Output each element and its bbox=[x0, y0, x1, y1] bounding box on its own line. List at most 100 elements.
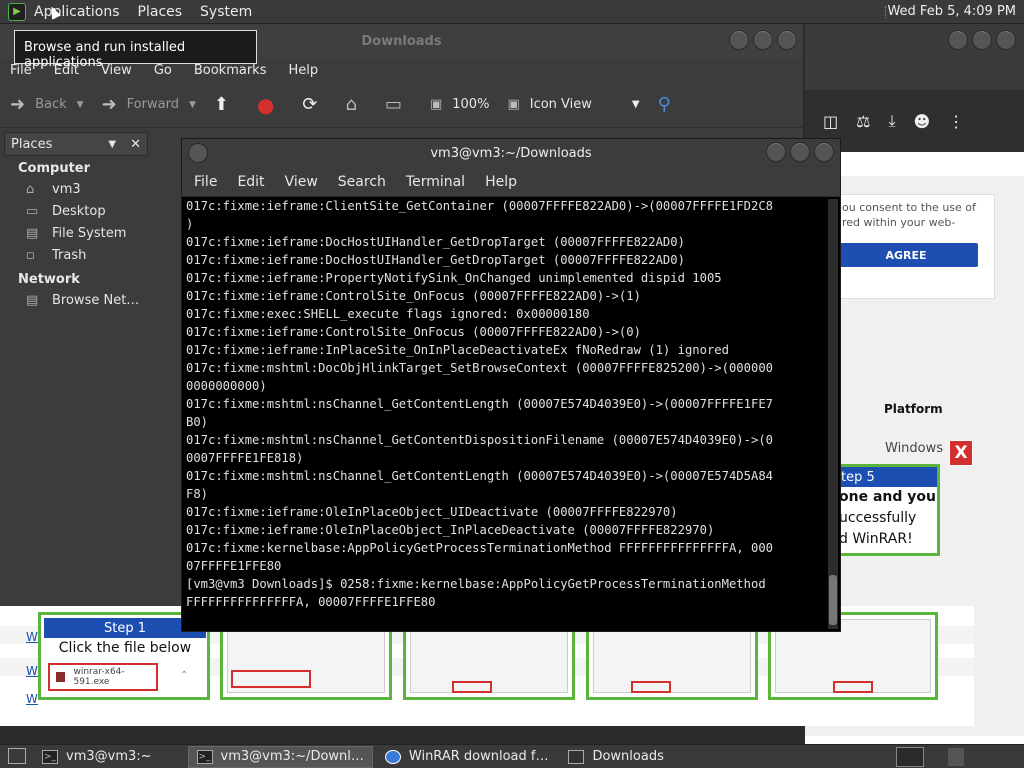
terminal-menu-edit[interactable]: Edit bbox=[237, 174, 264, 190]
places-sidebar: Places ▼ ✕ Computer ⌂ vm3 ▭ Desktop ▤ File … bbox=[4, 132, 148, 602]
zoom-in-icon[interactable]: ▣ bbox=[507, 97, 519, 112]
minimize-button[interactable] bbox=[948, 30, 968, 50]
terminal-menu-help[interactable]: Help bbox=[485, 174, 517, 190]
window-title: Downloads bbox=[361, 33, 442, 49]
browser-titlebar[interactable] bbox=[805, 24, 1024, 90]
menu-system[interactable]: System bbox=[200, 4, 252, 20]
download-icon[interactable]: ⤓ bbox=[888, 111, 895, 131]
view-mode-select[interactable]: ▣ Icon View ▼ bbox=[507, 97, 639, 112]
up-button[interactable]: ⬆ bbox=[214, 94, 239, 115]
show-desktop-icon[interactable] bbox=[8, 748, 26, 764]
terminal-scrollbar-thumb[interactable] bbox=[829, 575, 837, 625]
computer-icon: ▭ bbox=[384, 94, 402, 115]
sidebar-item-label: vm3 bbox=[52, 182, 81, 197]
sidebar-item-label: Browse Net… bbox=[52, 293, 140, 308]
terminal-menu-button[interactable] bbox=[188, 143, 208, 163]
sidebar-item-label: Trash bbox=[52, 248, 87, 263]
download-link[interactable]: W bbox=[26, 692, 38, 706]
terminal-line: 017c:fixme:mshtml:nsChannel_GetContentLe… bbox=[186, 469, 773, 483]
menu-help[interactable]: Help bbox=[288, 63, 318, 78]
agree-button[interactable]: AGREE bbox=[834, 243, 978, 267]
forward-button[interactable]: ➜ Forward ▼ bbox=[102, 94, 196, 115]
reload-icon: ⟳ bbox=[302, 94, 318, 115]
maximize-button[interactable] bbox=[972, 30, 992, 50]
computer-button[interactable]: ▭ bbox=[385, 94, 412, 115]
terminal-menu-file[interactable]: File bbox=[194, 174, 217, 190]
extensions-icon[interactable]: ◫ bbox=[823, 112, 838, 131]
terminal-menu-view[interactable]: View bbox=[285, 174, 318, 190]
sidebar-item-trash[interactable]: ▫ Trash bbox=[4, 245, 148, 267]
terminal-output[interactable]: 017c:fixme:ieframe:ClientSite_GetContain… bbox=[186, 197, 826, 629]
terminal-menubar: File Edit View Search Terminal Help bbox=[182, 167, 840, 197]
menu-places[interactable]: Places bbox=[138, 4, 183, 20]
download-link[interactable]: W bbox=[26, 664, 38, 678]
labs-flask-icon[interactable]: ⚖ bbox=[856, 112, 870, 131]
close-button[interactable] bbox=[996, 30, 1016, 50]
chevron-down-icon: ▼ bbox=[631, 99, 640, 110]
sidebar-group-computer: Computer bbox=[18, 161, 91, 176]
download-link[interactable]: W bbox=[26, 630, 38, 644]
stop-button[interactable]: ● bbox=[257, 93, 284, 117]
menu-applications[interactable]: Applications bbox=[34, 4, 120, 20]
reload-button[interactable]: ⟳ bbox=[302, 94, 327, 115]
winrar-file-icon bbox=[56, 672, 66, 682]
sidebar-item-desktop[interactable]: ▭ Desktop bbox=[4, 201, 148, 223]
close-button[interactable] bbox=[814, 142, 834, 162]
sidebar-item-browse-network[interactable]: ▤ Browse Net… bbox=[4, 290, 148, 312]
workspace-switcher[interactable] bbox=[896, 747, 924, 767]
sidebar-item-vm3[interactable]: ⌂ vm3 bbox=[4, 179, 148, 201]
home-button[interactable]: ⌂ bbox=[346, 94, 367, 115]
close-ad-button[interactable]: X bbox=[949, 440, 973, 466]
terminal-line: 017c:fixme:ieframe:DocHostUIHandler_GetD… bbox=[186, 253, 685, 267]
close-button[interactable] bbox=[777, 30, 797, 50]
minimize-button[interactable] bbox=[729, 30, 749, 50]
terminal-menu-search[interactable]: Search bbox=[338, 174, 386, 190]
task-label: Downloads bbox=[592, 749, 664, 764]
minimize-button[interactable] bbox=[766, 142, 786, 162]
distro-logo-icon[interactable]: ▶ bbox=[8, 2, 26, 21]
menu-bookmarks[interactable]: Bookmarks bbox=[194, 63, 267, 78]
zoom-out-icon[interactable]: ▣ bbox=[430, 97, 442, 112]
forward-label: Forward bbox=[126, 97, 179, 112]
profile-icon[interactable]: ☻ bbox=[914, 112, 931, 131]
home-icon: ⌂ bbox=[345, 94, 357, 115]
terminal-line: 017c:fixme:ieframe:ControlSite_OnFocus (… bbox=[186, 289, 641, 303]
step5-line: d WinRAR! bbox=[839, 531, 913, 547]
forward-arrow-icon: ➜ bbox=[101, 94, 117, 115]
terminal-menu-terminal[interactable]: Terminal bbox=[406, 174, 465, 190]
task-terminal-home[interactable]: >_ vm3@vm3:~ bbox=[34, 746, 160, 768]
more-menu-icon[interactable]: ⋮ bbox=[948, 112, 964, 131]
step1-file-entry[interactable]: winrar-x64-591.exe bbox=[48, 663, 158, 691]
zoom-control[interactable]: ▣ 100% bbox=[430, 97, 489, 112]
maximize-button[interactable] bbox=[753, 30, 773, 50]
terminal-scrollbar[interactable] bbox=[828, 199, 838, 629]
chevron-down-icon[interactable]: ▼ bbox=[189, 100, 196, 110]
terminal-titlebar[interactable]: vm3@vm3:~/Downloads bbox=[182, 139, 840, 167]
task-browser[interactable]: WinRAR download f… bbox=[377, 746, 557, 768]
terminal-line: 017c:fixme:mshtml:nsChannel_GetContentLe… bbox=[186, 397, 773, 411]
desktop-icon: ▭ bbox=[26, 204, 39, 219]
chevron-down-icon[interactable]: ▼ bbox=[108, 139, 116, 150]
sidebar-item-filesystem[interactable]: ▤ File System bbox=[4, 223, 148, 245]
search-button[interactable]: ⚲ bbox=[658, 94, 681, 115]
terminal-title: vm3@vm3:~/Downloads bbox=[430, 145, 592, 161]
menu-go[interactable]: Go bbox=[154, 63, 172, 78]
places-header[interactable]: Places ▼ ✕ bbox=[4, 132, 148, 156]
platform-windows-label: Windows bbox=[885, 441, 944, 456]
back-button[interactable]: ➜ Back ▼ bbox=[10, 94, 84, 115]
task-label: WinRAR download f… bbox=[408, 749, 549, 764]
close-icon[interactable]: ✕ bbox=[130, 137, 141, 152]
step1-subtitle: Click the file below bbox=[58, 640, 192, 656]
terminal-line: 017c:fixme:ieframe:ClientSite_GetContain… bbox=[186, 199, 773, 213]
task-file-manager[interactable]: Downloads bbox=[560, 746, 671, 768]
maximize-button[interactable] bbox=[790, 142, 810, 162]
menu-view[interactable]: View bbox=[101, 63, 132, 78]
trash-applet-icon[interactable] bbox=[948, 748, 964, 766]
sidebar-item-label: File System bbox=[52, 226, 127, 241]
terminal-line: 017c:fixme:ieframe:ControlSite_OnFocus (… bbox=[186, 325, 641, 339]
top-panel: ▶ Applications Places System Wed Feb 5, … bbox=[0, 0, 1024, 24]
task-terminal-downloads[interactable]: >_ vm3@vm3:~/Downl… bbox=[187, 745, 373, 768]
clock[interactable]: Wed Feb 5, 4:09 PM bbox=[887, 4, 1016, 19]
terminal-line: 017c:fixme:ieframe:PropertyNotifySink_On… bbox=[186, 271, 722, 285]
chevron-down-icon[interactable]: ▼ bbox=[77, 100, 84, 110]
